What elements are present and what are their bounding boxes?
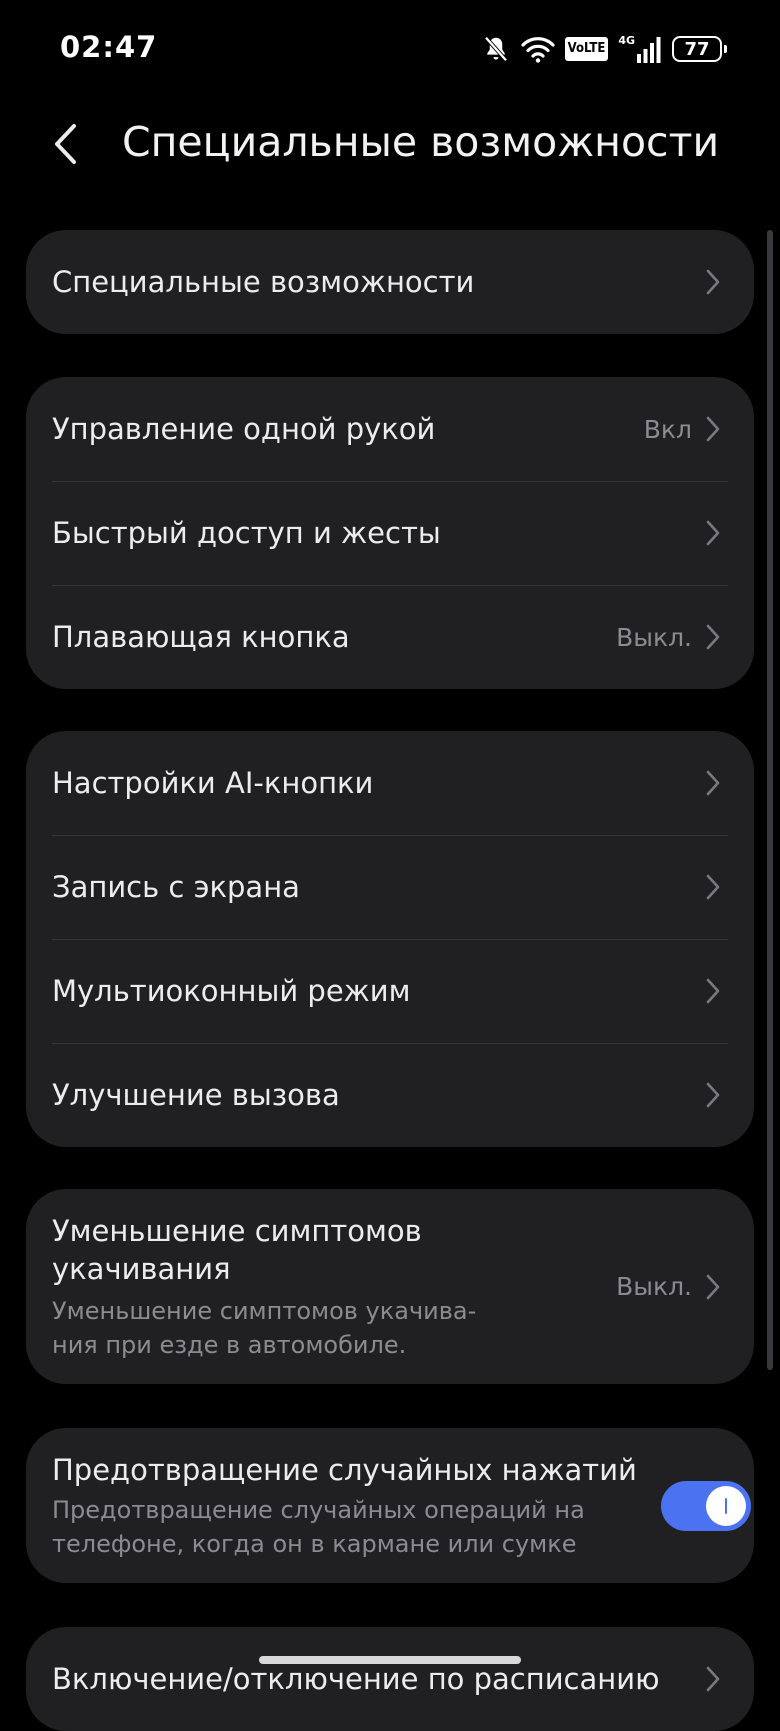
row-value: Выкл. xyxy=(616,622,692,652)
toggle-knob xyxy=(705,1485,746,1526)
row-title: Предотвращение случайных нажатий xyxy=(52,1452,637,1487)
settings-list[interactable]: Специальные возможности Управление одной… xyxy=(0,0,780,1731)
scrollbar[interactable] xyxy=(767,230,773,1370)
settings-group-accessibility: Специальные возможности xyxy=(26,230,754,334)
home-indicator[interactable] xyxy=(259,1656,521,1664)
chevron-right-icon xyxy=(706,416,720,442)
row-accessibility[interactable]: Специальные возможности xyxy=(26,230,754,334)
chevron-right-icon xyxy=(706,269,720,295)
row-schedule[interactable]: Включение/отключение по расписанию xyxy=(26,1627,754,1731)
row-subtitle-line: телефоне, когда он в кармане или сумке xyxy=(52,1529,577,1558)
chevron-right-icon xyxy=(706,770,720,796)
row-subtitle-line: ния при езде в автомобиле. xyxy=(52,1330,407,1359)
row-subtitle-line: Предотвращение случайных операций на xyxy=(52,1495,585,1524)
row-label: Плавающая кнопка xyxy=(52,620,350,654)
row-label: Настройки AI-кнопки xyxy=(52,766,374,800)
chevron-right-icon xyxy=(706,1666,720,1692)
row-title-line: Уменьшение симптомов xyxy=(52,1213,422,1248)
settings-group-motion-sickness: Уменьшение симптомов укачивания Уменьшен… xyxy=(26,1189,754,1384)
row-motion-sickness[interactable]: Уменьшение симптомов укачивания Уменьшен… xyxy=(26,1189,754,1384)
row-title-line: укачивания xyxy=(52,1251,231,1286)
chevron-right-icon xyxy=(706,624,720,650)
row-value: Выкл. xyxy=(616,1272,692,1301)
row-ai-button-settings[interactable]: Настройки AI-кнопки xyxy=(26,731,754,835)
row-floating-button[interactable]: Плавающая кнопка Выкл. xyxy=(26,585,754,689)
chevron-right-icon xyxy=(706,520,720,546)
row-subtitle: Предотвращение случайных операций на тел… xyxy=(52,1493,637,1561)
row-label: Мультиоконный режим xyxy=(52,974,411,1008)
row-call-enhancement[interactable]: Улучшение вызова xyxy=(26,1043,754,1147)
chevron-right-icon xyxy=(706,874,720,900)
row-one-handed-mode[interactable]: Управление одной рукой Вкл xyxy=(26,377,754,481)
settings-group-accidental-touch: Предотвращение случайных нажатий Предотв… xyxy=(26,1428,754,1583)
row-screen-recording[interactable]: Запись с экрана xyxy=(26,835,754,939)
row-shortcuts-gestures[interactable]: Быстрый доступ и жесты xyxy=(26,481,754,585)
row-label: Быстрый доступ и жесты xyxy=(52,516,441,550)
row-title: Уменьшение симптомов укачивания xyxy=(52,1212,616,1288)
chevron-right-icon xyxy=(706,1082,720,1108)
row-subtitle: Уменьшение симптомов укачива- ния при ез… xyxy=(52,1294,616,1362)
row-label: Улучшение вызова xyxy=(52,1078,340,1112)
row-multi-window[interactable]: Мультиоконный режим xyxy=(26,939,754,1043)
chevron-right-icon xyxy=(706,978,720,1004)
row-subtitle-line: Уменьшение симптомов укачива- xyxy=(52,1296,477,1325)
accidental-touch-toggle[interactable] xyxy=(660,1480,751,1531)
row-label: Включение/отключение по расписанию xyxy=(52,1662,660,1696)
settings-group-controls: Управление одной рукой Вкл Быстрый досту… xyxy=(26,377,754,689)
row-label: Управление одной рукой xyxy=(52,412,436,446)
row-label: Запись с экрана xyxy=(52,870,300,904)
row-text: Предотвращение случайных нажатий Предотв… xyxy=(52,1451,637,1561)
settings-group-schedule: Включение/отключение по расписанию xyxy=(26,1627,754,1731)
row-accidental-touch[interactable]: Предотвращение случайных нажатий Предотв… xyxy=(26,1428,754,1583)
row-label: Специальные возможности xyxy=(52,265,475,299)
settings-group-features: Настройки AI-кнопки Запись с экрана Муль… xyxy=(26,731,754,1147)
row-text: Уменьшение симптомов укачивания Уменьшен… xyxy=(52,1212,616,1362)
chevron-right-icon xyxy=(706,1274,720,1299)
row-value: Вкл xyxy=(643,414,692,444)
